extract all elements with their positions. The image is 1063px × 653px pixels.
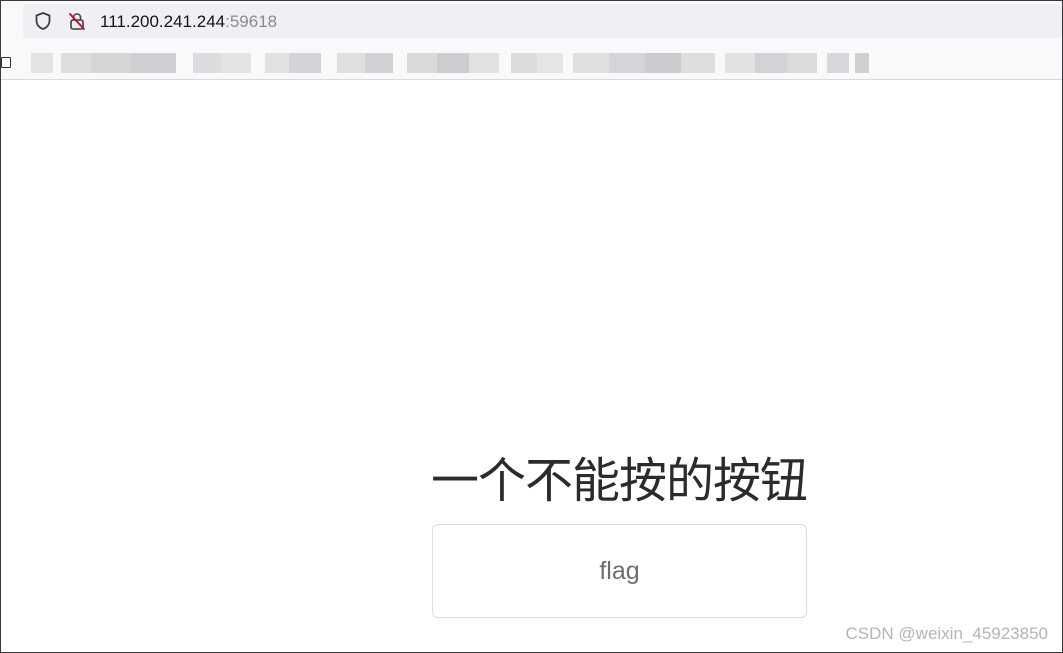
insecure-lock-icon[interactable] xyxy=(67,11,87,31)
url-host: 111.200.241.244 xyxy=(100,12,226,31)
bookmark-item[interactable] xyxy=(725,53,817,73)
bookmark-item[interactable] xyxy=(193,53,251,73)
page-content: 一个不能按的按钮 flag CSDN @weixin_45923850 xyxy=(1,81,1062,652)
bookmark-item[interactable] xyxy=(13,53,53,73)
url-text[interactable]: 111.200.241.244:59618 xyxy=(100,12,277,32)
folder-icon[interactable] xyxy=(1,57,11,68)
toolbar: 111.200.241.244:59618 xyxy=(1,1,1062,41)
browser-window: 111.200.241.244:59618 一个不能按的按钮 flag CSDN… xyxy=(0,0,1063,653)
shield-icon[interactable] xyxy=(33,11,53,31)
watermark: CSDN @weixin_45923850 xyxy=(845,624,1048,643)
flag-button[interactable]: flag xyxy=(432,524,807,618)
bookmarks-bar xyxy=(1,41,1062,80)
url-port: :59618 xyxy=(225,12,278,31)
bookmark-item[interactable] xyxy=(407,53,499,73)
address-bar[interactable]: 111.200.241.244:59618 xyxy=(23,4,1062,38)
bookmark-item[interactable] xyxy=(337,53,393,73)
bookmark-item[interactable] xyxy=(573,53,715,73)
bookmark-item[interactable] xyxy=(265,53,321,73)
bookmark-item[interactable] xyxy=(827,53,873,73)
bookmark-item[interactable] xyxy=(61,53,176,73)
page-heading: 一个不能按的按钮 xyxy=(431,453,808,509)
bookmark-item[interactable] xyxy=(511,53,563,73)
